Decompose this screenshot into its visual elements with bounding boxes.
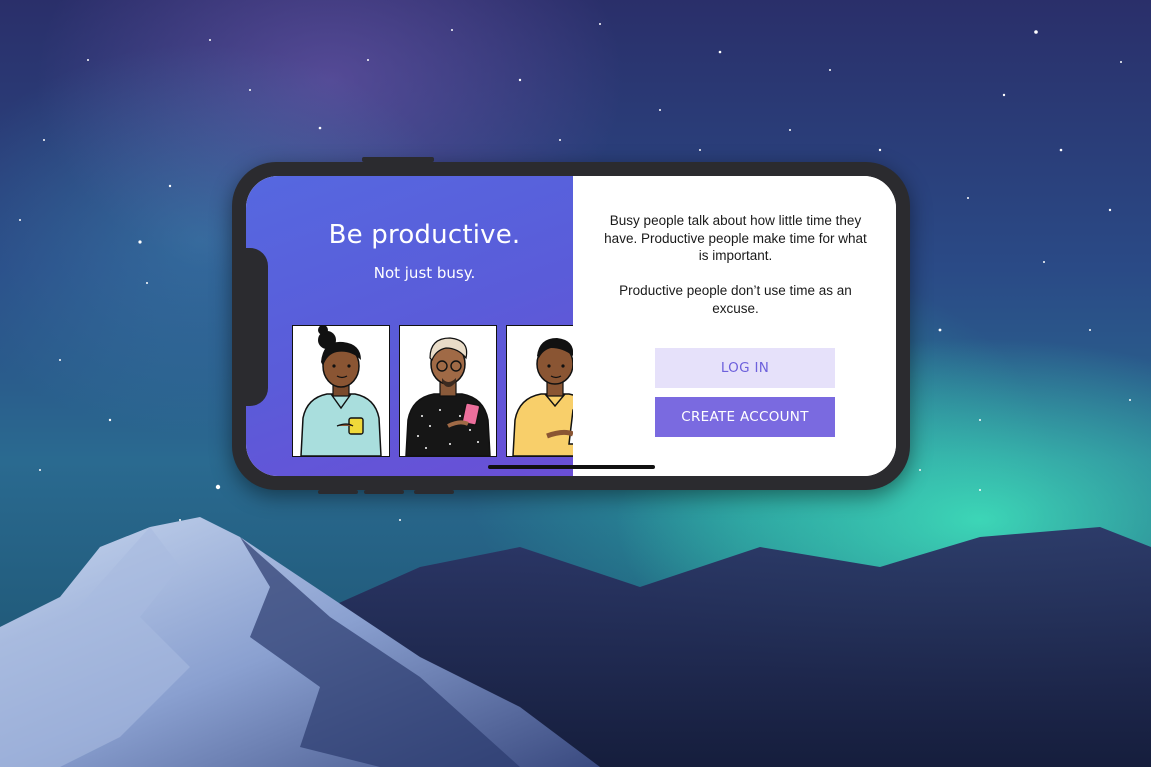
phone-volume-button — [318, 490, 358, 494]
snowy-mountains — [0, 517, 1151, 767]
woman-with-mug-illustration — [292, 325, 390, 457]
phone-notch — [246, 248, 268, 406]
home-indicator[interactable] — [488, 465, 655, 469]
man-with-phone-illustration — [399, 325, 497, 457]
phone-side-button — [362, 157, 434, 162]
create-account-button[interactable]: CREATE ACCOUNT — [655, 397, 835, 437]
illustration-row — [292, 325, 607, 458]
phone-mute-button — [414, 490, 454, 494]
intro-paragraph-2: Productive people don’t use time as an e… — [619, 283, 852, 316]
headline: Be productive. — [328, 220, 521, 250]
intro-paragraph-1: Busy people talk about how little time t… — [604, 213, 867, 263]
phone-frame: Be productive. Not just busy. Busy peopl… — [232, 157, 910, 494]
phone-screen: Be productive. Not just busy. Busy peopl… — [246, 176, 896, 476]
auth-panel: Busy people talk about how little time t… — [573, 176, 896, 476]
phone-volume-button — [364, 490, 404, 494]
subheadline: Not just busy. — [373, 264, 476, 282]
wallpaper-background: Be productive. Not just busy. Busy peopl… — [0, 0, 1151, 767]
log-in-button[interactable]: LOG IN — [655, 348, 835, 388]
welcome-panel: Be productive. Not just busy. — [246, 176, 604, 476]
